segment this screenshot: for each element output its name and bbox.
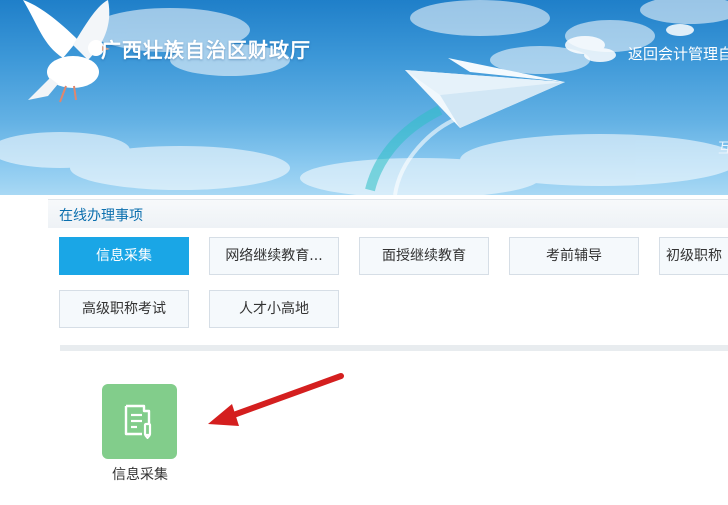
red-arrow-icon <box>208 373 344 426</box>
